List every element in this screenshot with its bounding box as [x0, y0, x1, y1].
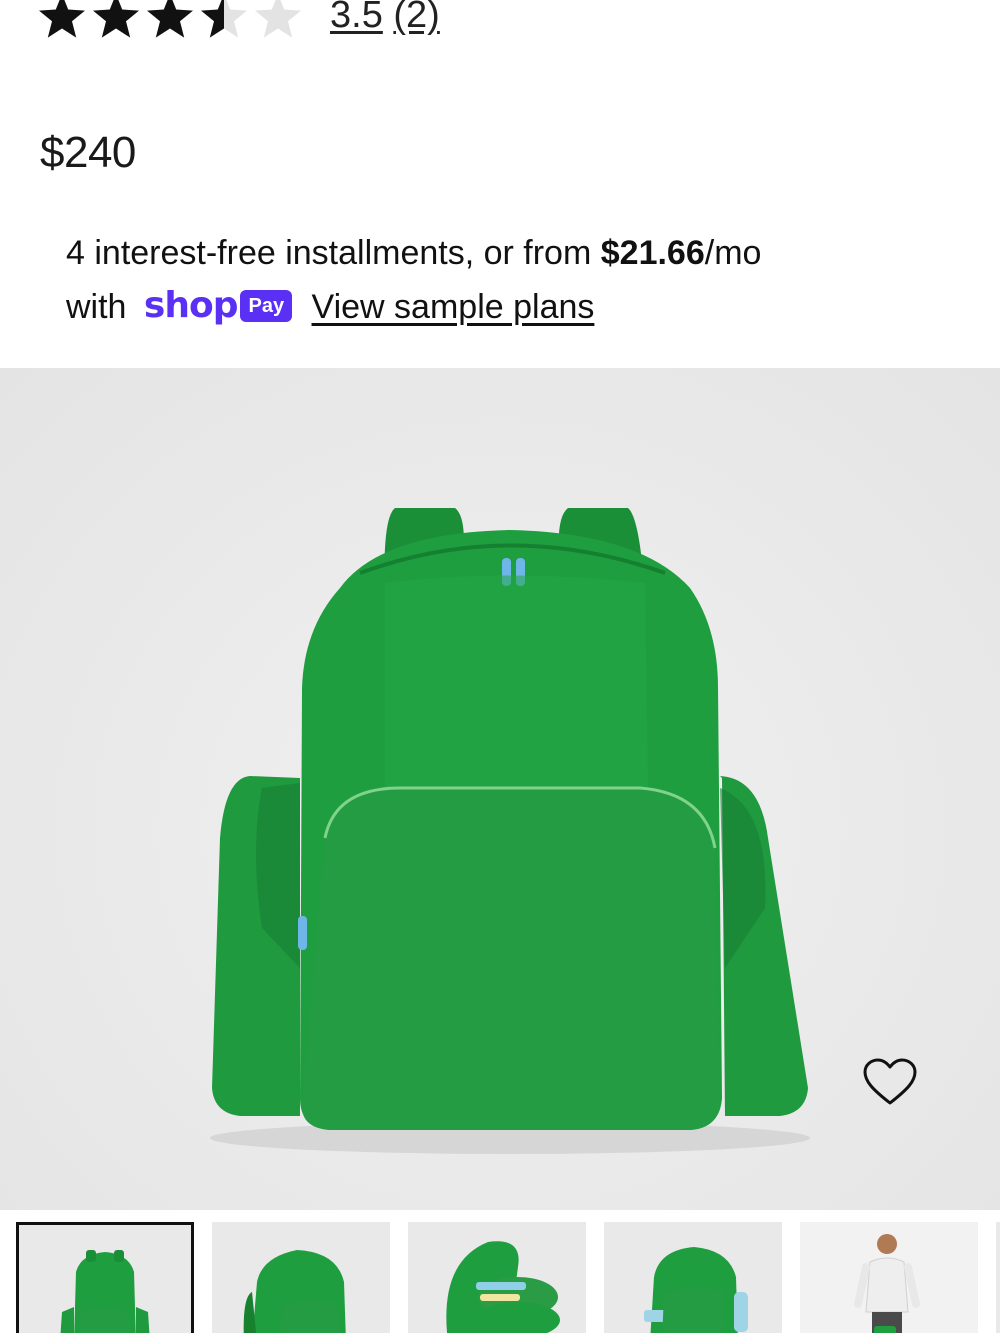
product-rating: [38, 0, 302, 42]
pay-badge: Pay: [240, 290, 293, 323]
thumbnail-model: [854, 1234, 920, 1333]
installments-with: with: [66, 288, 127, 326]
installments-message: 4 interest-free installments, or from $2…: [66, 226, 946, 336]
installment-amount: $21.66: [600, 234, 705, 272]
wishlist-button[interactable]: [862, 1057, 918, 1107]
thumbnail-5[interactable]: [800, 1222, 978, 1333]
shop-pay-logo: shop Pay: [143, 279, 293, 333]
thumbnail-6-partial[interactable]: [996, 1222, 1000, 1333]
product-price: $240: [40, 128, 136, 177]
thumbnail-4[interactable]: [604, 1222, 782, 1333]
view-sample-plans-link[interactable]: View sample plans: [312, 288, 595, 326]
installments-text: 4 interest-free installments, or from: [66, 234, 601, 272]
rating-count: (2): [393, 0, 440, 36]
star-icon: [147, 0, 193, 38]
thumbnail-backpack-angled: [243, 1250, 346, 1333]
thumbnail-backpack-contents: [644, 1247, 748, 1333]
thumbnail-1[interactable]: [16, 1222, 194, 1333]
empty-star-icon: [255, 0, 301, 38]
rating-summary-link[interactable]: 3.5 (2): [330, 0, 440, 37]
thumbnail-strip: [0, 1222, 1000, 1333]
product-image[interactable]: [0, 368, 1000, 1210]
backpack-illustration: [210, 508, 810, 1154]
rating-value: 3.5: [330, 0, 383, 36]
thumbnail-backpack-open: [446, 1241, 560, 1333]
thumbnail-backpack-front: [60, 1250, 150, 1333]
heart-icon: [863, 1058, 917, 1105]
star-icon: [93, 0, 139, 38]
rating-stars: [38, 0, 302, 40]
installment-period: /mo: [704, 234, 762, 272]
star-icon: [39, 0, 85, 38]
thumbnail-2[interactable]: [212, 1222, 390, 1333]
shop-wordmark: shop: [143, 285, 239, 327]
half-star-icon: [201, 0, 247, 38]
thumbnail-3[interactable]: [408, 1222, 586, 1333]
